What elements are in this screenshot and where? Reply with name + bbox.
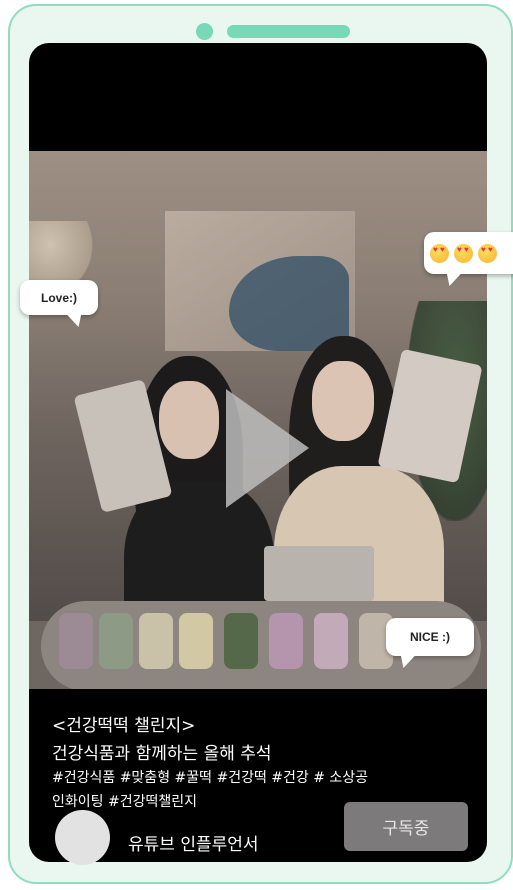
- nice-reaction-bubble: NICE :): [386, 618, 474, 656]
- love-reaction-label: Love:): [41, 290, 77, 305]
- post-hashtags: 인화이팅 #건강떡챌린지: [52, 794, 197, 810]
- speaker-bar: [227, 25, 350, 38]
- camera-dot: [196, 23, 213, 40]
- love-reaction-bubble: Love:): [20, 280, 98, 315]
- post-subtitle: 건강식품과 함께하는 올해 추석: [52, 744, 272, 764]
- play-icon[interactable]: [29, 151, 487, 689]
- heart-eyes-emoji-icon: [430, 243, 449, 263]
- heart-eyes-emoji-icon: [478, 243, 497, 263]
- video-player[interactable]: [29, 151, 487, 689]
- heart-eyes-emoji-icon: [454, 243, 473, 263]
- post-hashtags: #건강식품 #맞춤형 #꿀떡 #건강떡 #건강 # 소상공: [52, 770, 369, 786]
- channel-avatar[interactable]: [55, 810, 110, 865]
- emoji-reaction-bubble: [424, 232, 513, 274]
- nice-reaction-label: NICE :): [410, 630, 450, 644]
- subscribe-button[interactable]: 구독중: [344, 802, 468, 851]
- post-title: <건강떡떡 챌린지>: [52, 716, 196, 736]
- channel-name[interactable]: 유튜브 인플루언서: [128, 830, 259, 855]
